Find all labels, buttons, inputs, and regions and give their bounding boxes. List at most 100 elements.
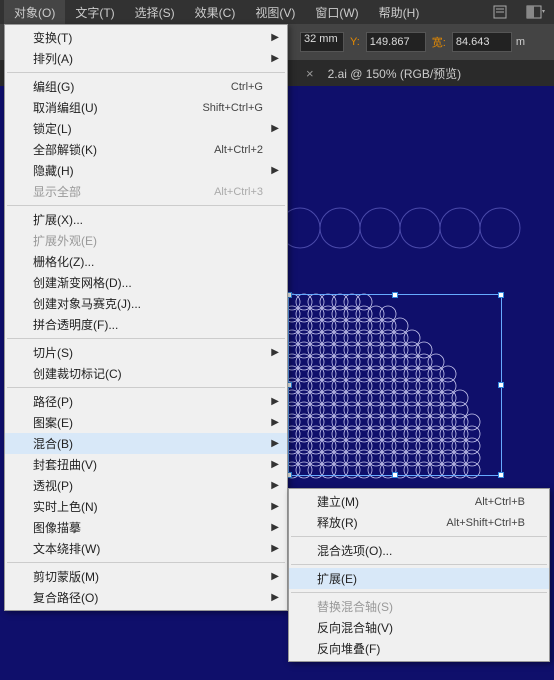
menu-separator <box>291 564 547 565</box>
y-label: Y: <box>348 36 362 48</box>
object-menu: 变换(T)▶排列(A)▶编组(G)Ctrl+G取消编组(U)Shift+Ctrl… <box>4 24 288 611</box>
menu-separator <box>291 592 547 593</box>
menu-item-label: 栅格化(Z)... <box>33 253 94 270</box>
menu-item-label: 显示全部 <box>33 183 81 200</box>
menu-item-29[interactable]: 剪切蒙版(M) ▶ <box>5 566 287 587</box>
menu-item-label: 图像描摹 <box>33 519 81 536</box>
menu-item-label: 混合选项(O)... <box>317 542 392 559</box>
menu-item-30[interactable]: 复合路径(O)▶ <box>5 587 287 608</box>
menu-type[interactable]: 文字(T) <box>65 0 124 25</box>
menu-shortcut: Alt+Ctrl+3 <box>214 186 263 198</box>
menu-item-12[interactable]: 栅格化(Z)... <box>5 251 287 272</box>
menu-item-7[interactable]: 隐藏(H) ▶ <box>5 160 287 181</box>
submenu-item-8[interactable]: 反向混合轴(V) <box>289 617 549 638</box>
w-input[interactable] <box>452 32 512 52</box>
layout-icon[interactable] <box>522 2 550 22</box>
menu-item-8: 显示全部 Alt+Ctrl+3 <box>5 181 287 202</box>
menu-item-label: 建立(M) <box>317 493 359 510</box>
doc-icon[interactable] <box>486 2 514 22</box>
menu-item-23[interactable]: 封套扭曲(V)▶ <box>5 454 287 475</box>
menu-shortcut: Alt+Shift+Ctrl+B <box>446 517 525 529</box>
tab-close-icon[interactable]: × <box>306 66 314 81</box>
menu-item-26[interactable]: 图像描摹▶ <box>5 517 287 538</box>
menu-item-4[interactable]: 取消编组(U) Shift+Ctrl+G <box>5 97 287 118</box>
menu-item-3[interactable]: 编组(G) Ctrl+G <box>5 76 287 97</box>
menu-item-label: 剪切蒙版(M) <box>33 568 99 585</box>
menu-item-21[interactable]: 图案(E) ▶ <box>5 412 287 433</box>
menu-separator <box>7 562 285 563</box>
menu-item-label: 隐藏(H) <box>33 162 74 179</box>
menu-item-label: 替换混合轴(S) <box>317 598 393 615</box>
menu-object[interactable]: 对象(O) <box>4 0 65 25</box>
menu-item-13[interactable]: 创建渐变网格(D)... <box>5 272 287 293</box>
menu-item-6[interactable]: 全部解锁(K)Alt+Ctrl+2 <box>5 139 287 160</box>
submenu-item-9[interactable]: 反向堆叠(F) <box>289 638 549 659</box>
menu-separator <box>7 387 285 388</box>
submenu-item-1[interactable]: 释放(R) Alt+Shift+Ctrl+B <box>289 512 549 533</box>
submenu-arrow-icon: ▶ <box>271 438 279 449</box>
submenu-item-0[interactable]: 建立(M) Alt+Ctrl+B <box>289 491 549 512</box>
menu-item-label: 拼合透明度(F)... <box>33 316 118 333</box>
menu-window[interactable]: 窗口(W) <box>305 0 368 25</box>
menu-item-20[interactable]: 路径(P) ▶ <box>5 391 287 412</box>
menu-item-1[interactable]: 排列(A) ▶ <box>5 48 287 69</box>
menu-separator <box>7 338 285 339</box>
x-value[interactable]: 32 mm <box>300 32 344 52</box>
menu-item-label: 创建裁切标记(C) <box>33 365 122 382</box>
menu-item-label: 变换(T) <box>33 29 72 46</box>
menu-item-label: 扩展外观(E) <box>33 232 97 249</box>
menu-shortcut: Shift+Ctrl+G <box>202 102 263 114</box>
menu-item-label: 释放(R) <box>317 514 358 531</box>
menu-item-label: 实时上色(N) <box>33 498 98 515</box>
menu-item-label: 路径(P) <box>33 393 73 410</box>
submenu-arrow-icon: ▶ <box>271 396 279 407</box>
document-tab[interactable]: 2.ai @ 150% (RGB/预览) <box>320 65 470 82</box>
menu-shortcut: Alt+Ctrl+B <box>475 496 525 508</box>
menu-help[interactable]: 帮助(H) <box>369 0 430 25</box>
menu-separator <box>7 72 285 73</box>
menu-item-label: 文本绕排(W) <box>33 540 100 557</box>
menu-item-label: 图案(E) <box>33 414 73 431</box>
submenu-arrow-icon: ▶ <box>271 543 279 554</box>
menu-item-10[interactable]: 扩展(X)... <box>5 209 287 230</box>
menu-item-27[interactable]: 文本绕排(W) ▶ <box>5 538 287 559</box>
submenu-arrow-icon: ▶ <box>271 592 279 603</box>
menu-item-0[interactable]: 变换(T)▶ <box>5 27 287 48</box>
menu-item-17[interactable]: 切片(S)▶ <box>5 342 287 363</box>
menu-item-24[interactable]: 透视(P)▶ <box>5 475 287 496</box>
menu-shortcut: Alt+Ctrl+2 <box>214 144 263 156</box>
menu-item-22[interactable]: 混合(B)▶ <box>5 433 287 454</box>
menu-effect[interactable]: 效果(C) <box>185 0 246 25</box>
y-input[interactable] <box>366 32 426 52</box>
submenu-item-3[interactable]: 混合选项(O)... <box>289 540 549 561</box>
menu-item-label: 扩展(E) <box>317 570 357 587</box>
menu-select[interactable]: 选择(S) <box>125 0 185 25</box>
menu-item-label: 取消编组(U) <box>33 99 98 116</box>
submenu-arrow-icon: ▶ <box>271 417 279 428</box>
menu-item-label: 反向堆叠(F) <box>317 640 380 657</box>
menu-view[interactable]: 视图(V) <box>245 0 305 25</box>
menu-item-label: 扩展(X)... <box>33 211 83 228</box>
submenu-item-5[interactable]: 扩展(E) <box>289 568 549 589</box>
menu-item-label: 编组(G) <box>33 78 74 95</box>
submenu-arrow-icon: ▶ <box>271 571 279 582</box>
menu-item-label: 排列(A) <box>33 50 73 67</box>
submenu-arrow-icon: ▶ <box>271 165 279 176</box>
menu-item-label: 切片(S) <box>33 344 73 361</box>
w-label: 宽: <box>430 34 448 50</box>
menu-item-25[interactable]: 实时上色(N)▶ <box>5 496 287 517</box>
submenu-arrow-icon: ▶ <box>271 53 279 64</box>
unit-suffix: m <box>516 36 525 48</box>
submenu-arrow-icon: ▶ <box>271 459 279 470</box>
menu-item-label: 创建渐变网格(D)... <box>33 274 132 291</box>
blend-submenu: 建立(M) Alt+Ctrl+B 释放(R) Alt+Shift+Ctrl+B 混合选项… <box>288 488 550 662</box>
submenu-item-7: 替换混合轴(S) <box>289 596 549 617</box>
menu-item-5[interactable]: 锁定(L)▶ <box>5 118 287 139</box>
menu-item-label: 透视(P) <box>33 477 73 494</box>
menu-shortcut: Ctrl+G <box>231 81 263 93</box>
menubar: 对象(O) 文字(T) 选择(S) 效果(C) 视图(V) 窗口(W) 帮助(H… <box>0 0 554 24</box>
menu-item-14[interactable]: 创建对象马赛克(J)... <box>5 293 287 314</box>
menu-item-18[interactable]: 创建裁切标记(C) <box>5 363 287 384</box>
menu-item-label: 创建对象马赛克(J)... <box>33 295 141 312</box>
menu-item-15[interactable]: 拼合透明度(F)... <box>5 314 287 335</box>
